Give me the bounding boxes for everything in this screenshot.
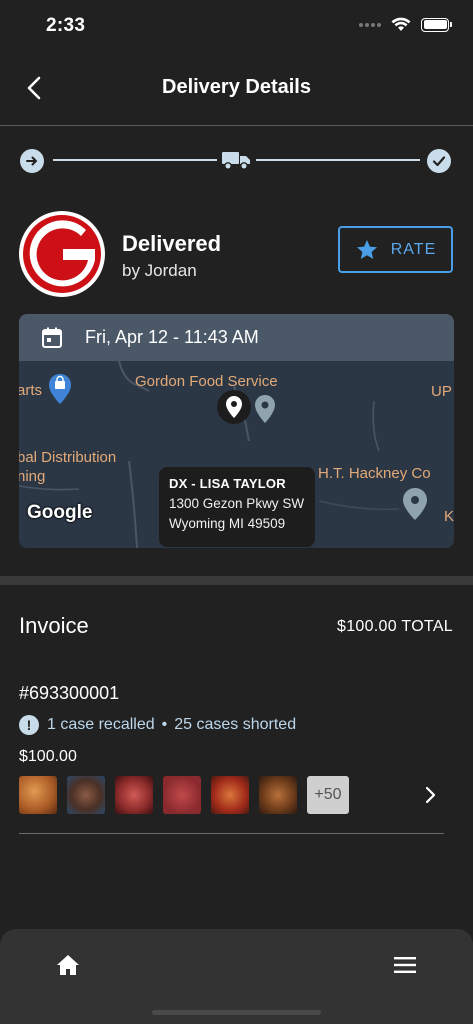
status-bar: 2:33 <box>0 0 473 52</box>
map-label-ups: UP <box>431 383 452 400</box>
map-label-k: K <box>444 508 454 525</box>
map-label-hackney: H.T. Hackney Co <box>318 465 431 482</box>
shopping-pin-icon <box>49 374 71 404</box>
gordon-logo-icon <box>23 215 101 293</box>
delivery-status: Delivered <box>122 231 222 256</box>
order-alerts: ! 1 case recalled • 25 cases shorted <box>19 715 296 735</box>
order-divider <box>19 833 444 834</box>
place-pin-icon <box>255 395 275 423</box>
check-icon <box>432 156 446 167</box>
star-icon <box>356 239 377 259</box>
step-delivered <box>427 149 451 173</box>
more-products-count[interactable]: +50 <box>307 776 349 814</box>
map-label-distribution-2: ning <box>19 468 46 485</box>
battery-icon <box>421 17 452 32</box>
status-icons <box>359 17 452 32</box>
delivery-map-card[interactable]: Fri, Apr 12 - 11:43 AM arts Gordon Food … <box>19 314 454 548</box>
bottom-navigation <box>0 929 473 1024</box>
header-divider <box>0 125 473 126</box>
progress-line-2 <box>256 159 420 161</box>
place-pin-icon <box>403 488 427 520</box>
address-line-2: Wyoming MI 49509 <box>169 516 286 531</box>
invoice-title: Invoice <box>19 613 89 638</box>
truck-icon <box>222 152 250 170</box>
rate-label: RATE <box>390 240 437 258</box>
google-attribution: Google <box>27 502 93 523</box>
delivery-location-pin[interactable] <box>217 390 251 424</box>
carrier-logo <box>19 211 105 297</box>
product-thumbnails: +50 <box>19 776 349 814</box>
section-divider <box>0 576 473 585</box>
location-popup: DX - LISA TAYLOR 1300 Gezon Pkwy SW Wyom… <box>159 467 315 547</box>
alert-separator: • <box>161 716 168 733</box>
cellular-signal-icon <box>359 22 381 27</box>
calendar-icon <box>39 325 65 351</box>
carrier-summary: Delivered by Jordan RATE <box>19 211 453 299</box>
rate-button[interactable]: RATE <box>338 226 453 273</box>
order-number: #693300001 <box>19 683 120 703</box>
home-indicator <box>152 1010 321 1015</box>
recipient-name: DX - LISA TAYLOR <box>169 476 286 491</box>
progress-line-1 <box>53 159 217 161</box>
menu-button[interactable] <box>391 951 419 979</box>
wifi-icon <box>391 17 411 31</box>
page-title: Delivery Details <box>162 76 311 98</box>
arrow-right-icon <box>26 156 37 166</box>
map-label-distribution: bal Distribution <box>19 449 117 466</box>
product-thumbnail <box>67 776 105 814</box>
step-dispatched <box>20 149 44 173</box>
invoice-order-row[interactable]: #693300001 ! 1 case recalled • 25 cases … <box>19 683 444 834</box>
invoice-total: $100.00 TOTAL <box>337 618 453 635</box>
recalled-count: 1 case recalled <box>47 716 155 733</box>
home-icon <box>57 955 79 975</box>
delivery-datetime-bar: Fri, Apr 12 - 11:43 AM <box>19 314 454 361</box>
shorted-count: 25 cases shorted <box>174 716 297 733</box>
product-thumbnail <box>259 776 297 814</box>
chevron-right-icon <box>425 786 436 804</box>
map-pin-icon <box>226 396 242 418</box>
product-thumbnail <box>163 776 201 814</box>
open-order-button[interactable] <box>416 781 444 809</box>
map-view[interactable]: arts Gordon Food Service UP bal Distribu… <box>19 361 454 548</box>
delivery-datetime: Fri, Apr 12 - 11:43 AM <box>85 327 259 347</box>
order-amount: $100.00 <box>19 748 77 765</box>
map-label-gordon: Gordon Food Service <box>135 373 278 390</box>
driver-name: by Jordan <box>122 261 197 280</box>
status-time: 2:33 <box>46 15 86 36</box>
product-thumbnail <box>211 776 249 814</box>
alert-icon: ! <box>19 715 39 735</box>
nav-header: Delivery Details <box>0 62 473 114</box>
hamburger-menu-icon <box>394 957 416 973</box>
map-label-arts: arts <box>19 382 43 399</box>
address-line-1: 1300 Gezon Pkwy SW <box>169 496 305 511</box>
product-thumbnail <box>19 776 57 814</box>
product-thumbnail <box>115 776 153 814</box>
delivery-progress <box>20 146 454 174</box>
home-button[interactable] <box>54 951 82 979</box>
